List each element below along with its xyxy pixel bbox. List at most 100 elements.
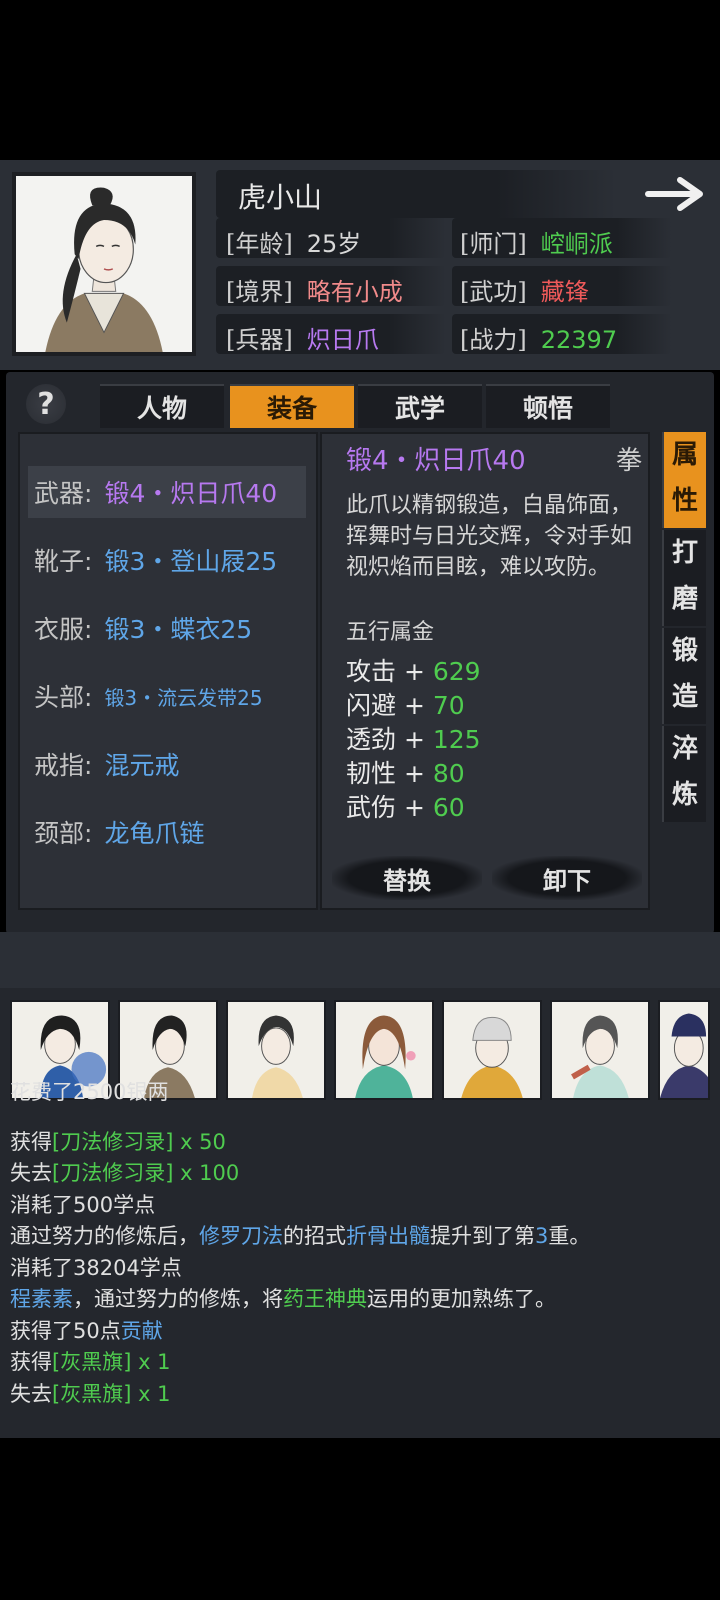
side-tab-label: 属性 (672, 440, 699, 516)
item-element: 五行属金 (346, 620, 435, 645)
attr-value: 略有小成 (306, 278, 403, 306)
mid-strip (0, 932, 720, 988)
stat-name: 武伤 (346, 793, 397, 822)
slot-item: 龙龟爪链 (104, 819, 205, 848)
stat-name: 攻击 (346, 657, 397, 686)
item-title: 锻4・炽日爪40 (346, 446, 526, 476)
slot-item: 锻3・蝶衣25 (104, 615, 253, 644)
item-description: 此爪以精钢锻造，白晶饰面，挥舞时与日光交辉，令对手如视炽焰而目眩，难以攻防。 (346, 493, 633, 580)
log-segment: x 100 (173, 1161, 240, 1185)
slot-label: 戒指: (34, 751, 93, 780)
slot-label: 头部: (34, 683, 93, 712)
slot-label: 颈部: (34, 819, 93, 848)
log-segment: 通过努力的修炼后， (10, 1224, 199, 1248)
log-segment: 消耗了500学点 (10, 1192, 156, 1217)
stat-name: 透劲 (346, 725, 397, 754)
log-segment: 药王神典 (283, 1287, 367, 1311)
side-tab-label: 锻造 (672, 636, 699, 712)
attr-power: [战力] 22397 (460, 320, 617, 355)
slot-label: 靴子: (34, 547, 93, 576)
log-line: 消耗了38204学点 (10, 1252, 182, 1282)
log-segment: 的招式 (283, 1224, 346, 1248)
attr-value: 崆峒派 (540, 230, 613, 258)
log-segment: 失去 (10, 1381, 52, 1406)
attr-sect: [师门] 崆峒派 (460, 224, 613, 259)
stat-row: 攻击 + 629 (346, 657, 481, 686)
log-segment: [刀法修习录] (52, 1129, 174, 1154)
equip-slot-head[interactable]: 头部: 锻3・流云发带25 (28, 670, 306, 722)
stat-name: 韧性 (346, 759, 397, 788)
log-segment: x 1 (131, 1381, 171, 1406)
log-segment: x 1 (131, 1350, 171, 1374)
replace-button[interactable]: 替换 (332, 856, 482, 900)
attr-value: 藏锋 (540, 278, 589, 306)
log-line: 花费了2500银两 (10, 1082, 168, 1104)
tab-character[interactable]: 人物 (100, 384, 224, 428)
log-segment: 花费了2500银两 (10, 1082, 169, 1104)
log-line: 获得[刀法修习录] x 50 (10, 1126, 226, 1156)
stat-value: 80 (432, 759, 465, 788)
attr-value: 22397 (540, 326, 618, 354)
next-arrow-icon[interactable] (644, 172, 708, 216)
side-tab-temper[interactable]: 淬炼 (662, 726, 706, 822)
side-tab-forge[interactable]: 锻造 (662, 628, 706, 724)
slot-label: 衣服: (34, 615, 93, 644)
tab-martial-arts[interactable]: 武学 (358, 384, 482, 428)
stat-value: 125 (432, 725, 481, 754)
slot-item: 锻3・登山屐25 (104, 547, 278, 576)
log-segment: 折骨出髓 (346, 1224, 430, 1248)
side-tab-polish[interactable]: 打磨 (662, 530, 706, 626)
portrait-drawing (45, 187, 163, 352)
stat-row: 武伤 + 60 (346, 793, 465, 822)
party-avatar[interactable] (334, 1000, 434, 1100)
party-avatar[interactable] (550, 1000, 650, 1100)
attr-weapon: [兵器] 炽日爪 (226, 320, 379, 355)
attr-label: [师门] (460, 230, 527, 258)
log-line: 获得[灰黑旗] x 1 (10, 1346, 171, 1376)
attr-label: [年龄] (226, 230, 293, 258)
party-avatar[interactable] (226, 1000, 326, 1100)
equip-slot-clothes[interactable]: 衣服: 锻3・蝶衣25 (28, 602, 306, 654)
log-segment: [灰黑旗] (52, 1381, 132, 1406)
slot-item: 锻4・炽日爪40 (104, 479, 278, 508)
unequip-button[interactable]: 卸下 (492, 856, 642, 900)
tab-enlightenment[interactable]: 顿悟 (486, 384, 610, 428)
log-segment: 修罗刀法 (199, 1224, 283, 1248)
log-segment: 获得 (10, 1129, 52, 1154)
tab-equipment[interactable]: 装备 (230, 384, 354, 428)
help-button[interactable]: ? (26, 384, 66, 424)
log-line: 失去[灰黑旗] x 1 (10, 1378, 171, 1408)
log-line: 程素素，通过努力的修炼，将药王神典运用的更加熟练了。 (10, 1283, 556, 1313)
log-segment: ，通过努力的修炼，将 (73, 1287, 283, 1311)
item-type: 拳 (616, 446, 643, 476)
side-tab-attributes[interactable]: 属性 (662, 432, 706, 528)
log-segment: 获得 (10, 1350, 52, 1374)
stat-row: 韧性 + 80 (346, 759, 465, 788)
log-segment: x 50 (173, 1129, 226, 1154)
stat-value: 70 (432, 691, 465, 720)
log-segment: 3 (535, 1224, 549, 1248)
party-avatar[interactable] (442, 1000, 542, 1100)
log-segment: 消耗了38204学点 (10, 1255, 182, 1280)
equip-slot-neck[interactable]: 颈部: 龙龟爪链 (28, 806, 306, 858)
log-segment: [灰黑旗] (52, 1350, 132, 1374)
slot-item: 锻3・流云发带25 (104, 685, 263, 710)
attr-realm: [境界] 略有小成 (226, 272, 403, 307)
equip-slot-ring[interactable]: 戒指: 混元戒 (28, 738, 306, 790)
stat-value: 629 (432, 657, 481, 686)
log-segment: 程素素 (10, 1287, 73, 1311)
equip-slot-weapon[interactable]: 武器: 锻4・炽日爪40 (28, 466, 306, 518)
stat-row: 闪避 + 70 (346, 691, 465, 720)
log-segment: 重。 (548, 1224, 591, 1248)
stat-name: 闪避 (346, 691, 397, 720)
side-tab-label: 打磨 (672, 538, 699, 614)
equip-slot-boots[interactable]: 靴子: 锻3・登山屐25 (28, 534, 306, 586)
log-line: 消耗了500学点 (10, 1189, 155, 1219)
log-segment: 运用的更加熟练了。 (367, 1287, 556, 1311)
stat-value: 60 (432, 793, 465, 822)
log-segment: [刀法修习录] (52, 1161, 174, 1185)
stat-row: 透劲 + 125 (346, 725, 481, 754)
party-avatar[interactable] (658, 1000, 710, 1100)
side-tab-label: 淬炼 (672, 734, 699, 810)
attr-value: 炽日爪 (306, 326, 379, 354)
